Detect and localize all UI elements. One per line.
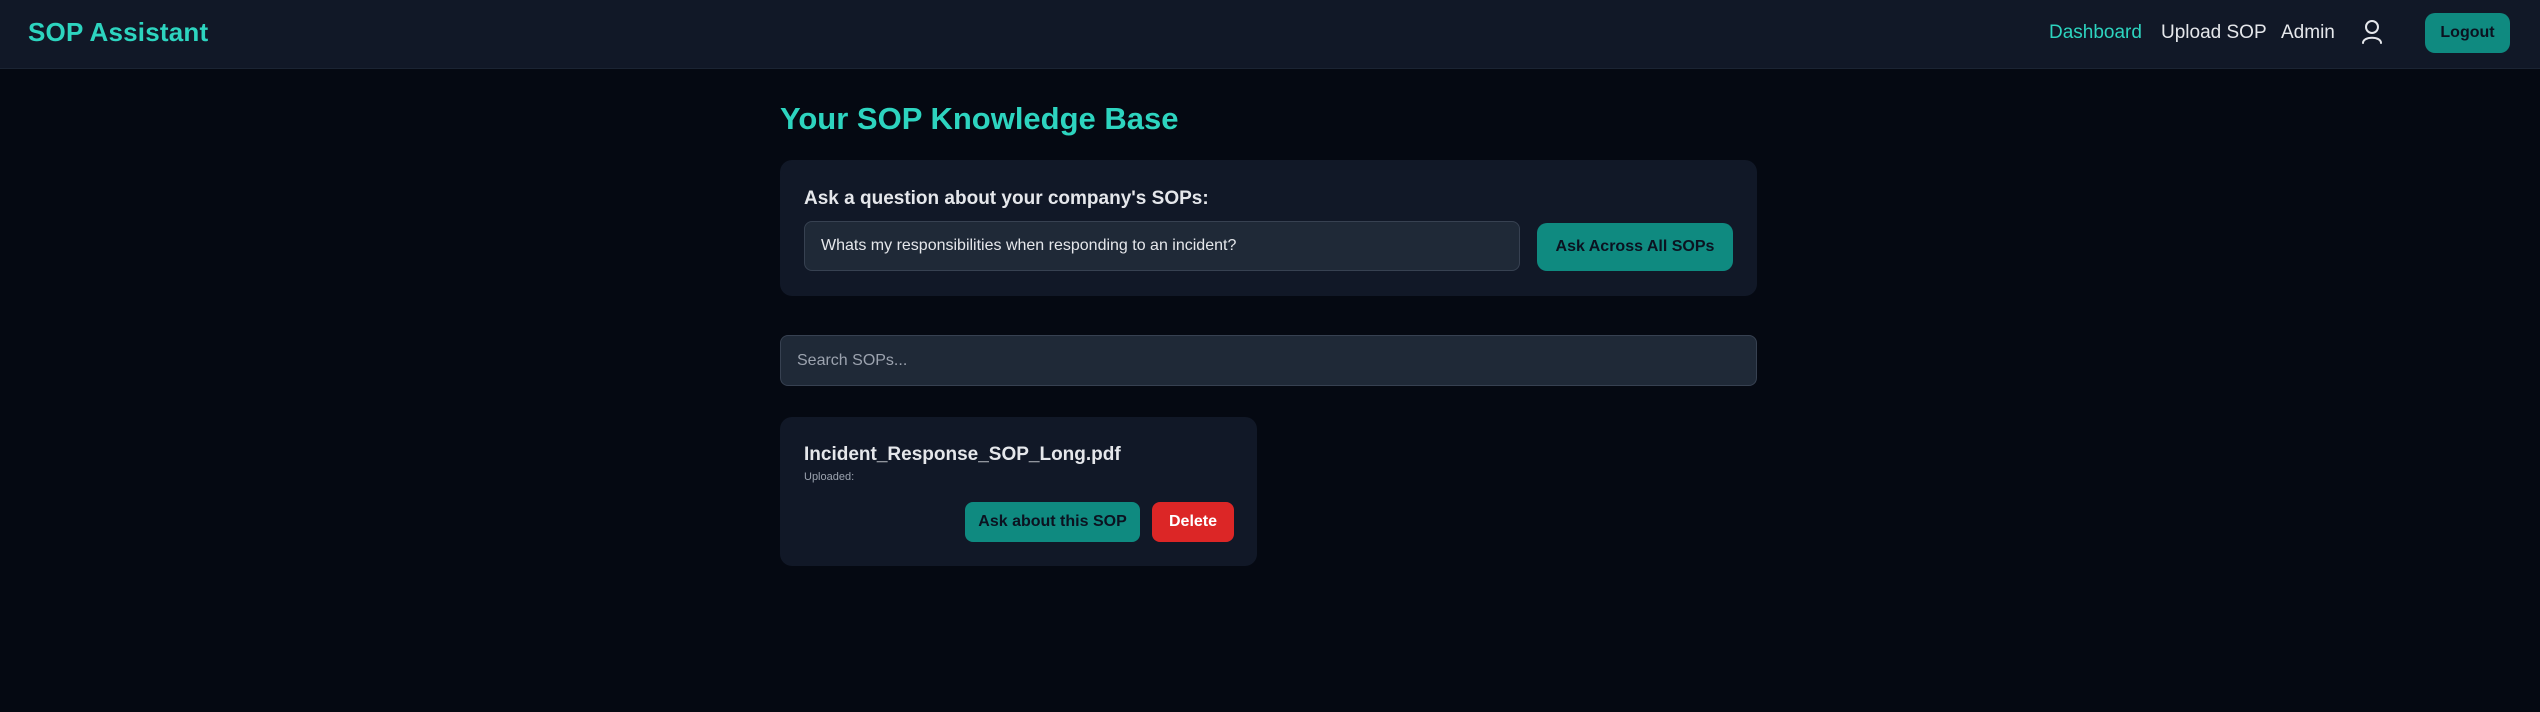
user-icon[interactable] [2360, 18, 2384, 46]
page-title: Your SOP Knowledge Base [780, 101, 1179, 136]
top-navbar: SOP Assistant Dashboard Upload SOP Admin… [0, 0, 2540, 69]
nav-link-dashboard[interactable]: Dashboard [2049, 22, 2142, 44]
nav-link-admin[interactable]: Admin [2281, 22, 2335, 44]
sop-uploaded-label: Uploaded: [804, 471, 855, 483]
sop-file-name: Incident_Response_SOP_Long.pdf [804, 444, 1121, 465]
nav-link-upload-sop[interactable]: Upload SOP [2161, 22, 2267, 44]
brand-logo[interactable]: SOP Assistant [28, 17, 208, 48]
ask-question-label: Ask a question about your company's SOPs… [804, 188, 1209, 209]
ask-question-card: Ask a question about your company's SOPs… [780, 160, 1757, 296]
ask-across-all-sops-button[interactable]: Ask Across All SOPs [1537, 223, 1733, 271]
search-sops-input[interactable]: Search SOPs... [780, 335, 1757, 386]
sop-card: Incident_Response_SOP_Long.pdf Uploaded:… [780, 417, 1257, 566]
ask-about-sop-button[interactable]: Ask about this SOP [965, 502, 1140, 542]
logout-button[interactable]: Logout [2425, 13, 2510, 53]
question-input[interactable]: Whats my responsibilities when respondin… [804, 221, 1520, 271]
delete-sop-button[interactable]: Delete [1152, 502, 1234, 542]
